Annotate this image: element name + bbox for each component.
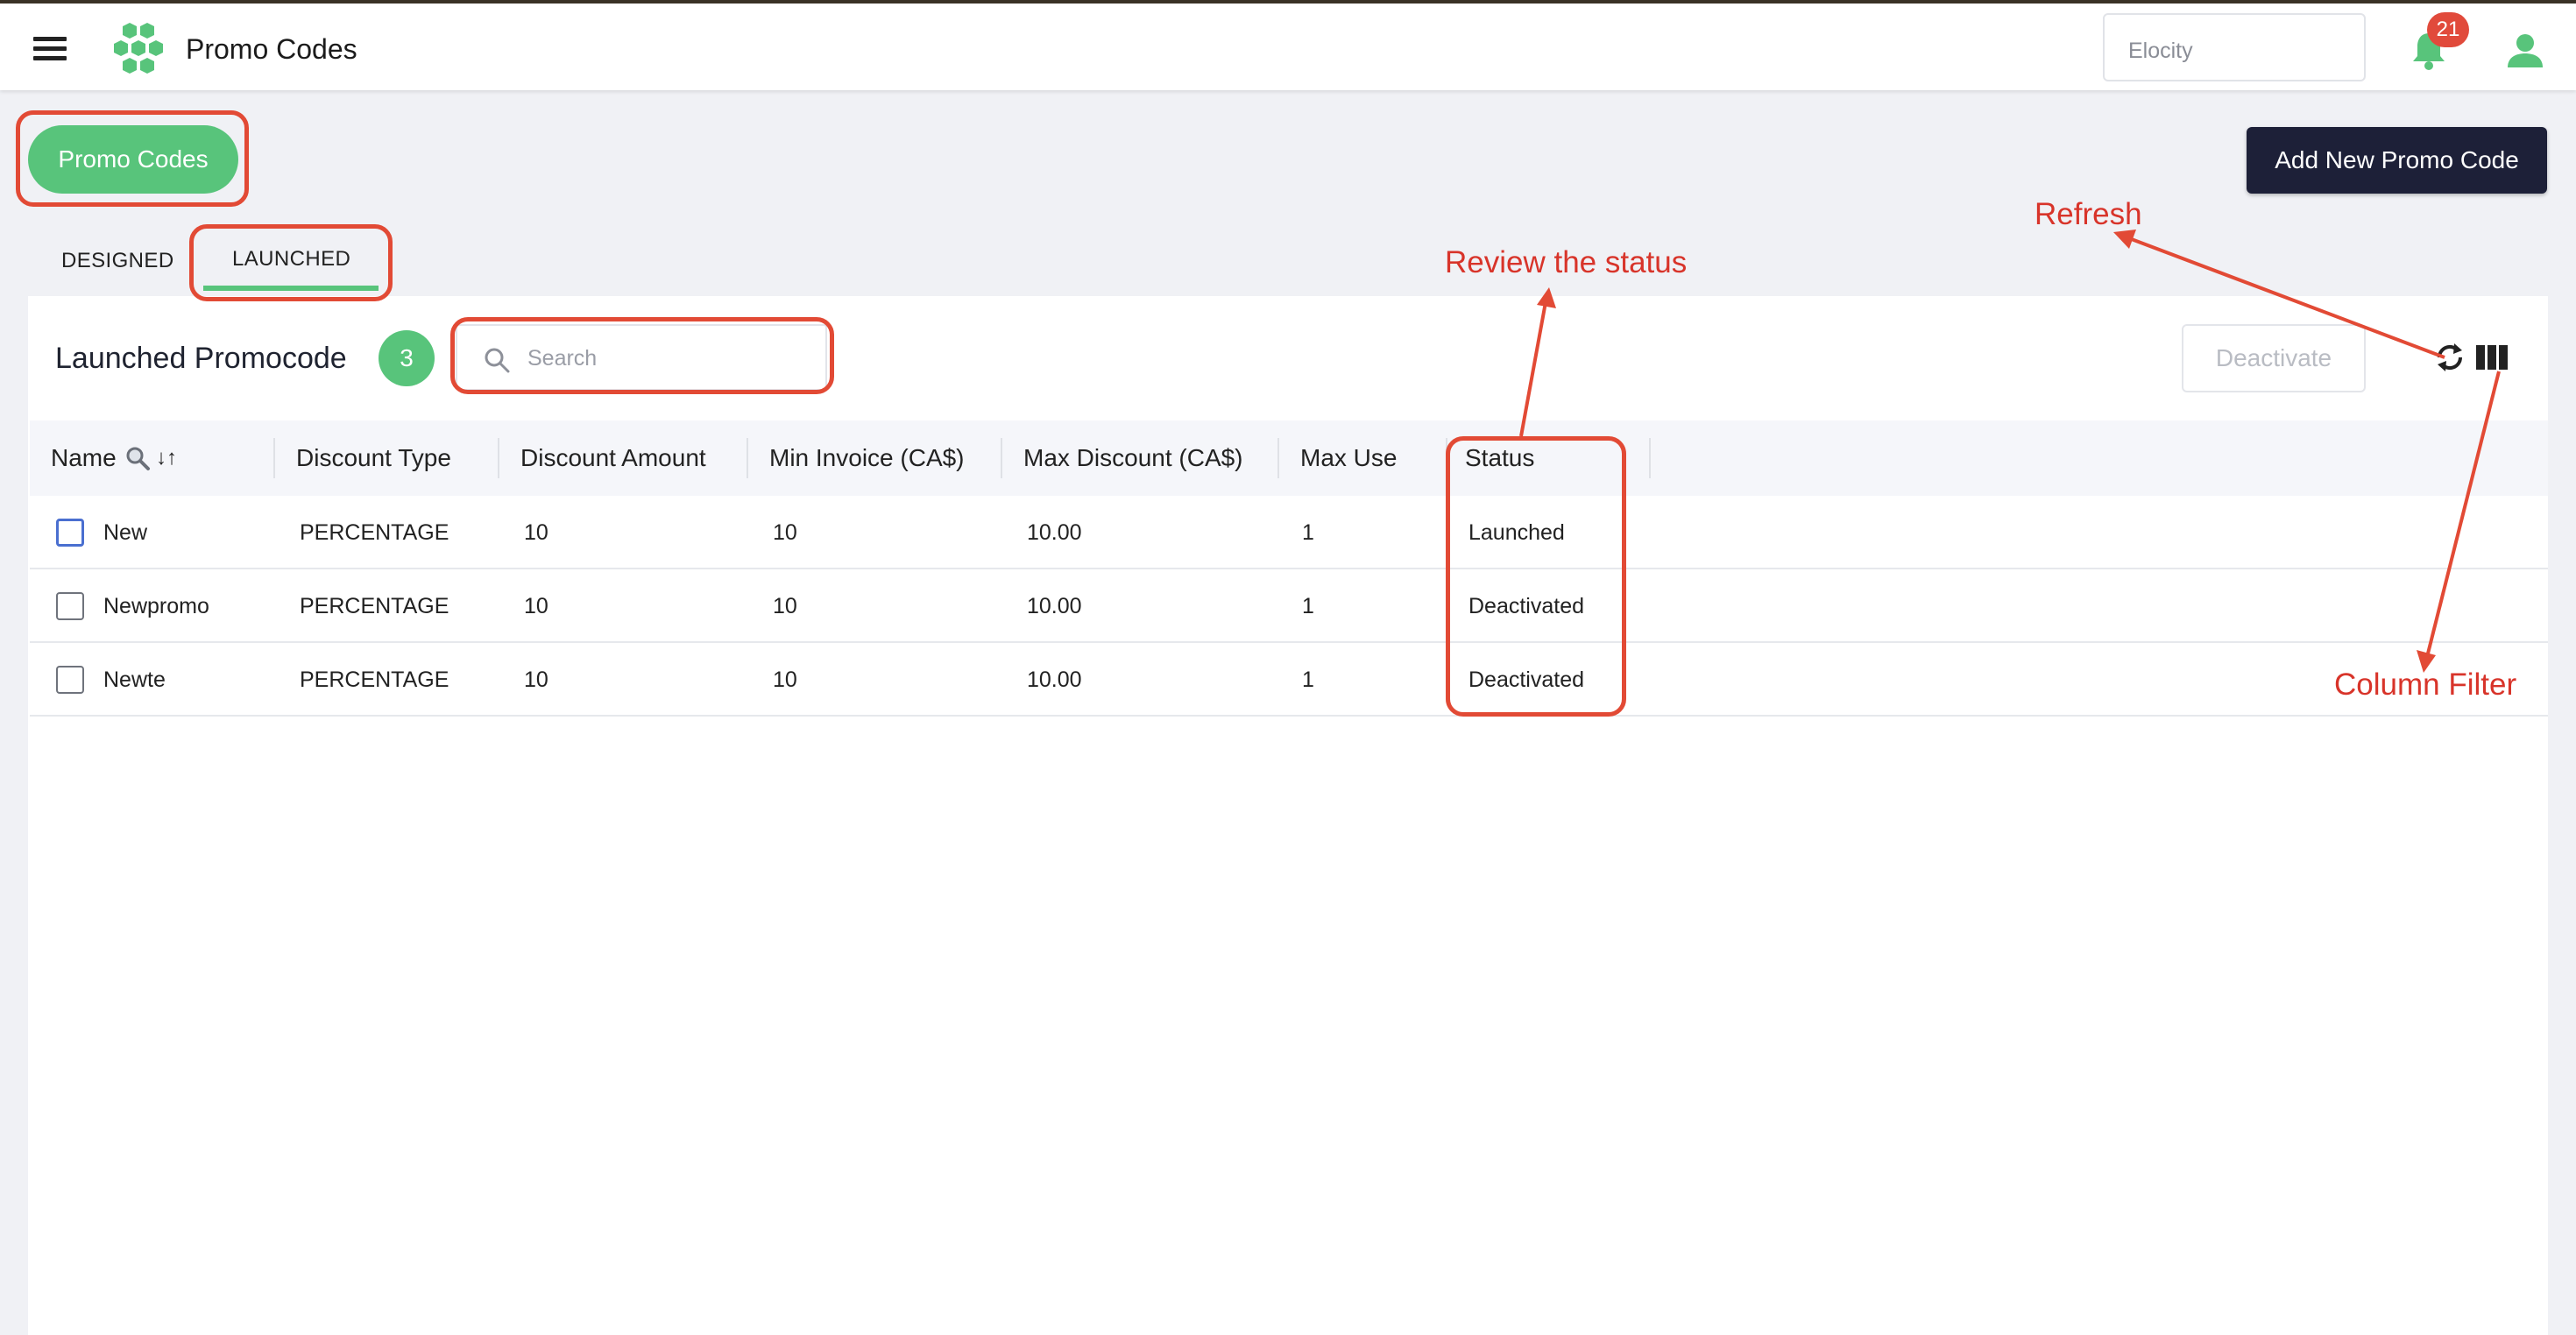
refresh-icon[interactable]: [2432, 340, 2467, 375]
cell-max-use: 1: [1302, 594, 1314, 618]
cell-discount-amount: 10: [524, 594, 548, 618]
cell-min-invoice: 10: [773, 668, 797, 692]
cell-discount-type: PERCENTAGE: [300, 520, 449, 545]
cell-status: Deactivated: [1468, 594, 1585, 618]
cell-name: New: [103, 520, 148, 545]
column-header-name[interactable]: Name: [51, 444, 117, 472]
top-app-bar: Promo Codes Elocity 21: [0, 0, 2576, 90]
promocode-count-badge: 3: [379, 330, 435, 386]
cell-status: Deactivated: [1468, 668, 1585, 692]
search-box: [456, 324, 827, 391]
tab-designed[interactable]: DESIGNED: [61, 249, 174, 273]
row-checkbox[interactable]: [56, 592, 84, 620]
cell-discount-type: PERCENTAGE: [300, 594, 449, 618]
search-input[interactable]: [527, 342, 808, 375]
row-checkbox[interactable]: [56, 666, 84, 694]
annotation-column-filter: Column Filter: [2334, 668, 2517, 702]
cell-discount-amount: 10: [524, 520, 548, 545]
cell-name: Newte: [103, 668, 166, 692]
column-search-icon[interactable]: [124, 445, 151, 471]
annotation-refresh: Refresh: [2035, 197, 2142, 231]
column-header-min-invoice[interactable]: Min Invoice (CA$): [769, 444, 965, 472]
cell-max-discount: 10.00: [1027, 594, 1082, 618]
user-account-icon[interactable]: [2508, 32, 2543, 67]
deactivate-button[interactable]: Deactivate: [2182, 324, 2366, 392]
search-icon: [485, 348, 510, 373]
column-divider: [747, 438, 748, 478]
menu-icon[interactable]: [33, 37, 67, 61]
cell-name: Newpromo: [103, 594, 209, 618]
cell-status: Launched: [1468, 520, 1565, 545]
cell-max-discount: 10.00: [1027, 668, 1082, 692]
organization-select[interactable]: Elocity: [2103, 13, 2366, 81]
column-divider: [1001, 438, 1002, 478]
column-header-discount-type[interactable]: Discount Type: [296, 444, 451, 472]
cell-min-invoice: 10: [773, 520, 797, 545]
cell-min-invoice: 10: [773, 594, 797, 618]
column-header-max-use[interactable]: Max Use: [1300, 444, 1397, 472]
card-title: Launched Promocode: [55, 342, 347, 375]
annotation-review-status: Review the status: [1445, 245, 1688, 279]
cell-discount-type: PERCENTAGE: [300, 668, 449, 692]
cell-max-discount: 10.00: [1027, 520, 1082, 545]
cell-max-use: 1: [1302, 668, 1314, 692]
promo-codes-pill: Promo Codes: [28, 125, 238, 194]
app-title: Promo Codes: [186, 33, 357, 65]
column-filter-icon[interactable]: [2476, 343, 2508, 371]
column-header-max-discount[interactable]: Max Discount (CA$): [1023, 444, 1243, 472]
hexagon-logo-icon: [114, 23, 163, 74]
cell-discount-amount: 10: [524, 668, 548, 692]
table-row[interactable]: New PERCENTAGE 10 10 10.00 1 Launched: [30, 496, 2548, 569]
row-checkbox[interactable]: [56, 519, 84, 547]
column-divider: [273, 438, 275, 478]
column-header-discount-amount[interactable]: Discount Amount: [520, 444, 706, 472]
column-divider: [1446, 438, 1447, 478]
column-divider: [1277, 438, 1279, 478]
cell-max-use: 1: [1302, 520, 1314, 545]
sort-icon[interactable]: ↓↑: [156, 446, 177, 470]
table-row[interactable]: Newpromo PERCENTAGE 10 10 10.00 1 Deacti…: [30, 569, 2548, 643]
table-row[interactable]: Newte PERCENTAGE 10 10 10.00 1 Deactivat…: [30, 643, 2548, 717]
notification-count-badge: 21: [2427, 12, 2469, 47]
column-divider: [498, 438, 499, 478]
column-header-status[interactable]: Status: [1465, 444, 1534, 472]
column-divider: [1649, 438, 1651, 478]
add-new-promo-code-button[interactable]: Add New Promo Code: [2247, 127, 2547, 194]
active-tab-indicator: [203, 286, 379, 291]
tab-launched[interactable]: LAUNCHED: [232, 247, 350, 272]
